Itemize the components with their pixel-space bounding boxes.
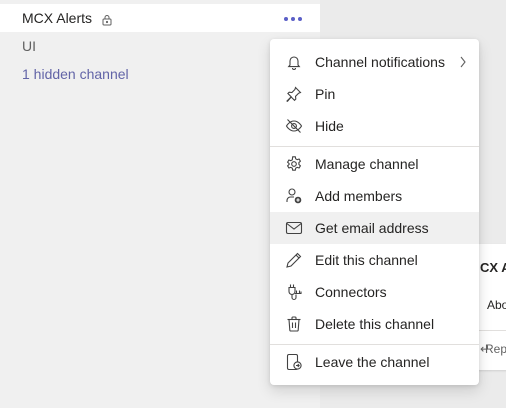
menu-item-label: Leave the channel — [315, 354, 430, 370]
pin-icon — [285, 85, 303, 103]
menu-item-leave-the-channel[interactable]: Leave the channel — [270, 346, 479, 378]
menu-item-delete-this-channel[interactable]: Delete this channel — [270, 308, 479, 340]
connector-icon — [285, 283, 303, 301]
channel-context-menu: Channel notifications Pin Hide Manage ch… — [270, 39, 479, 385]
menu-item-label: Edit this channel — [315, 252, 418, 268]
channel-name: MCX Alerts — [22, 10, 93, 26]
reply-button[interactable]: ↵Rep — [480, 342, 506, 356]
channel-item-ui[interactable]: UI — [22, 38, 36, 54]
menu-item-get-email-address[interactable]: Get email address — [270, 212, 479, 244]
menu-item-pin[interactable]: Pin — [270, 78, 479, 110]
mail-icon — [285, 219, 303, 237]
menu-item-label: Manage channel — [315, 156, 419, 172]
menu-item-channel-notifications[interactable]: Channel notifications — [270, 46, 479, 78]
bell-icon — [285, 53, 303, 71]
divider — [476, 330, 506, 331]
menu-item-label: Add members — [315, 188, 403, 204]
dot-icon — [291, 17, 295, 21]
menu-divider — [270, 146, 479, 147]
post-body: Abo — [487, 298, 506, 312]
menu-item-hide[interactable]: Hide — [270, 110, 479, 142]
menu-item-add-members[interactable]: Add members — [270, 180, 479, 212]
menu-item-manage-channel[interactable]: Manage channel — [270, 148, 479, 180]
gear-icon — [285, 155, 303, 173]
chevron-right-icon — [459, 55, 467, 69]
post-card[interactable]: CX A Abo ↵Rep — [476, 244, 506, 370]
hidden-channels-link[interactable]: 1 hidden channel — [22, 66, 129, 82]
menu-item-label: Get email address — [315, 220, 429, 236]
add-person-icon — [285, 187, 303, 205]
post-title: CX A — [480, 260, 506, 275]
more-options-button[interactable] — [278, 8, 308, 30]
menu-item-label: Hide — [315, 118, 344, 134]
channel-row-mcx-alerts[interactable]: MCX Alerts — [0, 4, 320, 32]
menu-item-label: Connectors — [315, 284, 387, 300]
eye-off-icon — [285, 117, 303, 135]
menu-item-label: Pin — [315, 86, 336, 102]
dot-icon — [298, 17, 302, 21]
dot-icon — [284, 17, 288, 21]
menu-item-edit-this-channel[interactable]: Edit this channel — [270, 244, 479, 276]
pencil-icon — [285, 251, 303, 269]
menu-item-label: Channel notifications — [315, 54, 445, 70]
menu-divider — [270, 344, 479, 345]
menu-item-label: Delete this channel — [315, 316, 435, 332]
leave-icon — [285, 353, 303, 371]
lock-icon — [101, 14, 113, 26]
menu-item-connectors[interactable]: Connectors — [270, 276, 479, 308]
trash-icon — [285, 315, 303, 333]
